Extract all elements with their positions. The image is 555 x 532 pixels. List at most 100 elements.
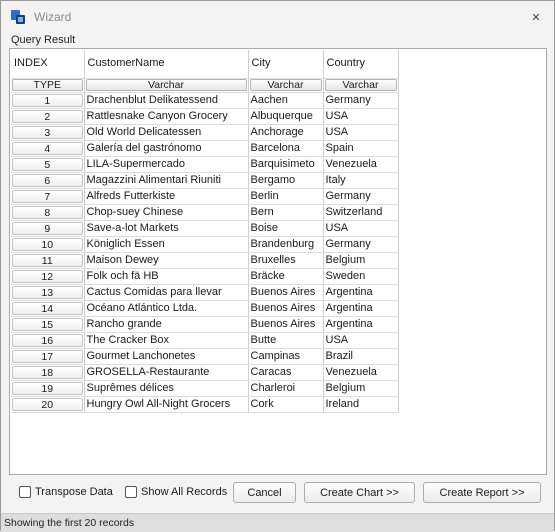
table-row[interactable]: 9 Save-a-lot Markets Boise USA xyxy=(11,220,399,237)
row-index-cell[interactable]: 16 xyxy=(11,332,85,349)
city-cell[interactable]: Aachen xyxy=(248,92,324,109)
customer-name-cell[interactable]: Magazzini Alimentari Riuniti xyxy=(84,172,249,189)
row-index-cell[interactable]: 14 xyxy=(11,300,85,317)
customer-name-cell[interactable]: Hungry Owl All-Night Grocers xyxy=(84,396,249,413)
city-cell[interactable]: Charleroi xyxy=(248,380,324,397)
row-index-cell[interactable]: 20 xyxy=(11,396,85,413)
column-header-customername[interactable]: CustomerName xyxy=(84,50,249,79)
customer-name-cell[interactable]: The Cracker Box xyxy=(84,332,249,349)
row-index-cell[interactable]: 17 xyxy=(11,348,85,365)
city-cell[interactable]: Bergamo xyxy=(248,172,324,189)
row-index-cell[interactable]: 8 xyxy=(11,204,85,221)
table-row[interactable]: 19 Suprêmes délices Charleroi Belgium xyxy=(11,380,399,397)
table-row[interactable]: 12 Folk och fä HB Bräcke Sweden xyxy=(11,268,399,285)
country-cell[interactable]: Venezuela xyxy=(323,156,399,173)
city-cell[interactable]: Boise xyxy=(248,220,324,237)
country-cell[interactable]: Germany xyxy=(323,236,399,253)
row-index-cell[interactable]: 6 xyxy=(11,172,85,189)
city-cell[interactable]: Berlin xyxy=(248,188,324,205)
customer-name-cell[interactable]: Drachenblut Delikatessend xyxy=(84,92,249,109)
table-row[interactable]: 3 Old World Delicatessen Anchorage USA xyxy=(11,124,399,141)
table-row[interactable]: 20 Hungry Owl All-Night Grocers Cork Irelan… xyxy=(11,396,399,413)
cancel-button[interactable]: Cancel xyxy=(233,482,296,503)
customer-name-cell[interactable]: Old World Delicatessen xyxy=(84,124,249,141)
country-cell[interactable]: Argentina xyxy=(323,300,399,317)
customer-name-cell[interactable]: Chop-suey Chinese xyxy=(84,204,249,221)
country-cell[interactable]: Belgium xyxy=(323,380,399,397)
row-index-cell[interactable]: 5 xyxy=(11,156,85,173)
column-header-index[interactable]: INDEX xyxy=(11,50,85,79)
table-row[interactable]: 18 GROSELLA-Restaurante Caracas Venezuela xyxy=(11,364,399,381)
table-row[interactable]: 13 Cactus Comidas para llevar Buenos Aires… xyxy=(11,284,399,301)
customer-name-cell[interactable]: Königlich Essen xyxy=(84,236,249,253)
customer-name-cell[interactable]: Rancho grande xyxy=(84,316,249,333)
table-row[interactable]: 10 Königlich Essen Brandenburg Germany xyxy=(11,236,399,253)
city-cell[interactable]: Bräcke xyxy=(248,268,324,285)
row-index-cell[interactable]: 3 xyxy=(11,124,85,141)
customer-name-cell[interactable]: Alfreds Futterkiste xyxy=(84,188,249,205)
city-cell[interactable]: Bern xyxy=(248,204,324,221)
create-report-button[interactable]: Create Report >> xyxy=(423,482,541,503)
customer-name-cell[interactable]: Maison Dewey xyxy=(84,252,249,269)
customer-name-cell[interactable]: Océano Atlántico Ltda. xyxy=(84,300,249,317)
row-index-cell[interactable]: 10 xyxy=(11,236,85,253)
country-cell[interactable]: USA xyxy=(323,220,399,237)
customer-name-cell[interactable]: Save-a-lot Markets xyxy=(84,220,249,237)
country-cell[interactable]: Ireland xyxy=(323,396,399,413)
table-row[interactable]: 4 Galería del gastrónomo Barcelona Spain xyxy=(11,140,399,157)
city-cell[interactable]: Cork xyxy=(248,396,324,413)
country-cell[interactable]: USA xyxy=(323,108,399,125)
country-cell[interactable]: Germany xyxy=(323,188,399,205)
country-cell[interactable]: Sweden xyxy=(323,268,399,285)
country-cell[interactable]: Italy xyxy=(323,172,399,189)
city-cell[interactable]: Barcelona xyxy=(248,140,324,157)
country-cell[interactable]: Spain xyxy=(323,140,399,157)
table-row[interactable]: 7 Alfreds Futterkiste Berlin Germany xyxy=(11,188,399,205)
row-index-cell[interactable]: 7 xyxy=(11,188,85,205)
table-row[interactable]: 17 Gourmet Lanchonetes Campinas Brazil xyxy=(11,348,399,365)
column-header-country[interactable]: Country xyxy=(323,50,399,79)
customer-name-cell[interactable]: Folk och fä HB xyxy=(84,268,249,285)
checkbox-box[interactable] xyxy=(19,486,31,498)
city-cell[interactable]: Caracas xyxy=(248,364,324,381)
row-index-cell[interactable]: 18 xyxy=(11,364,85,381)
row-index-cell[interactable]: 11 xyxy=(11,252,85,269)
city-cell[interactable]: Buenos Aires xyxy=(248,316,324,333)
city-cell[interactable]: Anchorage xyxy=(248,124,324,141)
table-row[interactable]: 2 Rattlesnake Canyon Grocery Albuquerque US… xyxy=(11,108,399,125)
city-cell[interactable]: Bruxelles xyxy=(248,252,324,269)
country-cell[interactable]: Belgium xyxy=(323,252,399,269)
country-cell[interactable]: Switzerland xyxy=(323,204,399,221)
country-cell[interactable]: Brazil xyxy=(323,348,399,365)
table-row[interactable]: 5 LILA-Supermercado Barquisimeto Venezuela xyxy=(11,156,399,173)
table-row[interactable]: 11 Maison Dewey Bruxelles Belgium xyxy=(11,252,399,269)
customer-name-cell[interactable]: Gourmet Lanchonetes xyxy=(84,348,249,365)
row-index-cell[interactable]: 19 xyxy=(11,380,85,397)
table-row[interactable]: 1 Drachenblut Delikatessend Aachen Germany xyxy=(11,92,399,109)
show-all-records-checkbox[interactable]: Show All Records xyxy=(125,486,227,498)
country-cell[interactable]: Argentina xyxy=(323,284,399,301)
city-cell[interactable]: Barquisimeto xyxy=(248,156,324,173)
city-cell[interactable]: Buenos Aires xyxy=(248,284,324,301)
row-index-cell[interactable]: 9 xyxy=(11,220,85,237)
city-cell[interactable]: Buenos Aires xyxy=(248,300,324,317)
customer-name-cell[interactable]: Rattlesnake Canyon Grocery xyxy=(84,108,249,125)
customer-name-cell[interactable]: Galería del gastrónomo xyxy=(84,140,249,157)
row-index-cell[interactable]: 13 xyxy=(11,284,85,301)
table-row[interactable]: 14 Océano Atlántico Ltda. Buenos Aires Arge… xyxy=(11,300,399,317)
checkbox-box[interactable] xyxy=(125,486,137,498)
row-index-cell[interactable]: 4 xyxy=(11,140,85,157)
close-icon[interactable]: ✕ xyxy=(526,7,546,27)
country-cell[interactable]: Argentina xyxy=(323,316,399,333)
country-cell[interactable]: Germany xyxy=(323,92,399,109)
customer-name-cell[interactable]: Cactus Comidas para llevar xyxy=(84,284,249,301)
customer-name-cell[interactable]: LILA-Supermercado xyxy=(84,156,249,173)
customer-name-cell[interactable]: Suprêmes délices xyxy=(84,380,249,397)
transpose-data-checkbox[interactable]: Transpose Data xyxy=(19,486,113,498)
column-header-city[interactable]: City xyxy=(248,50,324,79)
row-index-cell[interactable]: 1 xyxy=(11,92,85,109)
table-row[interactable]: 8 Chop-suey Chinese Bern Switzerland xyxy=(11,204,399,221)
create-chart-button[interactable]: Create Chart >> xyxy=(304,482,415,503)
city-cell[interactable]: Butte xyxy=(248,332,324,349)
table-row[interactable]: 16 The Cracker Box Butte USA xyxy=(11,332,399,349)
